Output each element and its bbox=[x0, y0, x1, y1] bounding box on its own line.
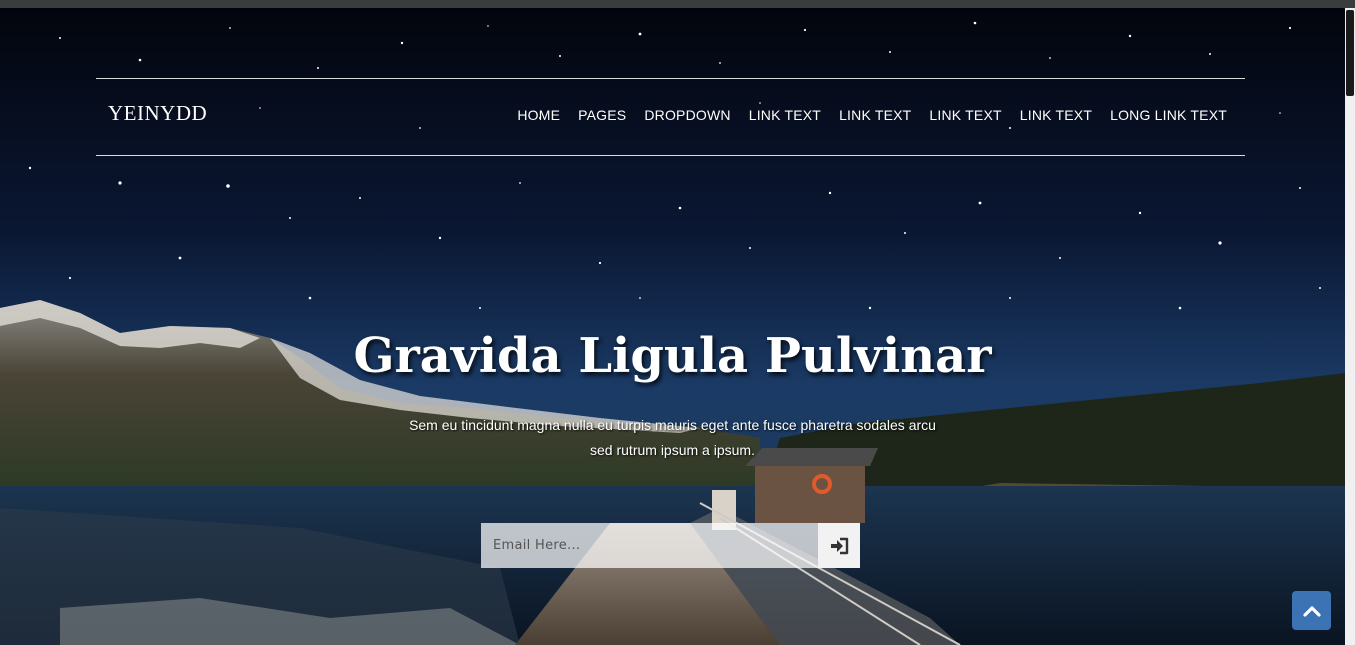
email-submit-button[interactable] bbox=[818, 523, 860, 568]
browser-top-bar bbox=[0, 0, 1355, 8]
page-scrollbar[interactable] bbox=[1345, 8, 1355, 645]
nav-item-pages[interactable]: PAGES bbox=[578, 107, 626, 123]
hero-section: YEINYDD HOME PAGES DROPDOWN LINK TEXT LI… bbox=[0, 8, 1345, 645]
nav-item-link-text-4[interactable]: LINK TEXT bbox=[1020, 107, 1092, 123]
nav-item-link-text-3[interactable]: LINK TEXT bbox=[929, 107, 1001, 123]
main-navigation: HOME PAGES DROPDOWN LINK TEXT LINK TEXT … bbox=[517, 107, 1227, 123]
nav-item-link-text-2[interactable]: LINK TEXT bbox=[839, 107, 911, 123]
email-input[interactable] bbox=[481, 523, 818, 568]
hero-headline: Gravida Ligula Pulvinar bbox=[353, 328, 992, 384]
subscribe-form bbox=[481, 523, 860, 568]
scrollbar-thumb[interactable] bbox=[1346, 10, 1354, 96]
nav-item-dropdown[interactable]: DROPDOWN bbox=[644, 107, 730, 123]
brand-logo[interactable]: YEINYDD bbox=[108, 101, 207, 126]
back-to-top-button[interactable] bbox=[1292, 591, 1331, 630]
nav-bottom-divider bbox=[96, 155, 1245, 156]
hero-subtext: Sem eu tincidunt magna nulla eu turpis m… bbox=[409, 417, 936, 458]
nav-top-divider bbox=[96, 78, 1245, 79]
chevron-up-icon bbox=[1302, 605, 1321, 617]
nav-item-long-link-text[interactable]: LONG LINK TEXT bbox=[1110, 107, 1227, 123]
nav-item-home[interactable]: HOME bbox=[517, 107, 560, 123]
nav-item-link-text-1[interactable]: LINK TEXT bbox=[749, 107, 821, 123]
sign-in-icon bbox=[831, 537, 849, 554]
